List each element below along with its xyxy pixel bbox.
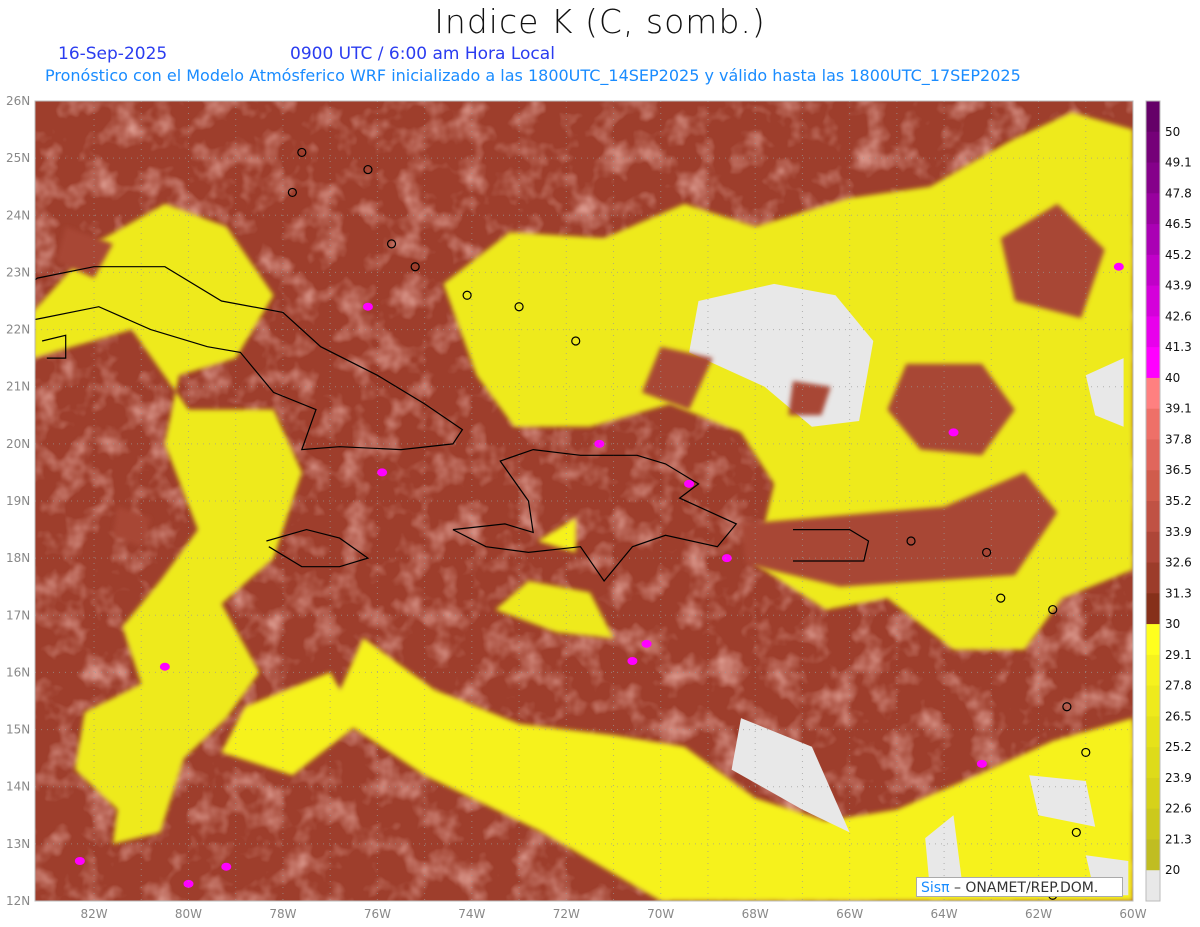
lat-label: 12N <box>6 894 30 908</box>
lat-label: 17N <box>6 608 30 622</box>
colorbar-label: 50 <box>1165 125 1180 139</box>
extreme-k-spot <box>159 662 170 671</box>
colorbar-swatch <box>1146 685 1160 717</box>
extreme-k-spot <box>74 857 85 865</box>
lat-label: 25N <box>6 151 30 165</box>
colorbar-swatch <box>1146 439 1160 471</box>
extreme-k-spot <box>721 554 732 563</box>
colorbar-label: 29.1 <box>1165 648 1192 662</box>
lat-label: 24N <box>6 208 30 222</box>
colorbar-swatch <box>1146 624 1160 656</box>
lat-label: 15N <box>6 723 30 737</box>
lat-label: 21N <box>6 380 30 394</box>
lon-label: 78W <box>269 907 296 921</box>
lat-label: 18N <box>6 551 30 565</box>
extreme-k-spot <box>641 639 652 648</box>
colorbar-label: 22.6 <box>1165 802 1192 816</box>
colorbar-swatch <box>1146 131 1160 164</box>
colorbar-swatch <box>1146 285 1160 317</box>
colorbar-swatch <box>1146 716 1160 748</box>
colorbar-label: 33.9 <box>1165 525 1192 539</box>
lat-label: 22N <box>6 323 30 337</box>
colorbar-swatch <box>1146 408 1160 440</box>
colorbar-label: 46.5 <box>1165 217 1192 231</box>
colorbar-label: 36.5 <box>1165 463 1192 477</box>
colorbar-label: 45.2 <box>1165 248 1192 262</box>
extreme-k-spot <box>221 862 232 871</box>
colorbar-label: 42.6 <box>1165 309 1192 323</box>
lat-label: 14N <box>6 780 30 794</box>
colorbar-swatch <box>1146 254 1160 287</box>
colorbar-label: 31.3 <box>1165 586 1192 600</box>
lon-label: 64W <box>931 907 958 921</box>
colorbar-label: 49.1 <box>1165 156 1192 170</box>
extreme-k-spot <box>684 479 695 488</box>
lon-label: 72W <box>553 907 580 921</box>
colorbar-label: 27.8 <box>1165 679 1192 693</box>
lat-label: 23N <box>6 265 30 279</box>
map-field <box>35 101 1133 901</box>
colorbar-label: 25.2 <box>1165 740 1192 754</box>
colorbar-label: 32.6 <box>1165 556 1192 570</box>
extreme-k-spot <box>362 302 373 311</box>
lon-label: 70W <box>647 907 674 921</box>
colorbar-swatch <box>1146 101 1160 133</box>
colorbar-swatch <box>1146 501 1160 533</box>
colorbar-swatch <box>1146 593 1160 625</box>
colorbar-swatch <box>1146 377 1160 410</box>
colorbar-swatch <box>1146 747 1160 779</box>
lon-label: 74W <box>458 907 485 921</box>
lat-label: 19N <box>6 494 30 508</box>
colorbar-swatch <box>1146 777 1160 810</box>
colorbar-swatch <box>1146 316 1160 348</box>
colorbar-label: 20 <box>1165 863 1180 877</box>
lon-label: 62W <box>1025 907 1052 921</box>
colorbar-label: 43.9 <box>1165 279 1192 293</box>
colorbar-swatch <box>1146 839 1160 871</box>
colorbar-label: 26.5 <box>1165 709 1192 723</box>
colorbar-label: 39.1 <box>1165 402 1192 416</box>
lon-label: 66W <box>836 907 863 921</box>
colorbar-swatch <box>1146 654 1160 687</box>
credit-box: Sisπ – ONAMET/REP.DOM. <box>916 877 1123 897</box>
extreme-k-spot <box>627 657 638 665</box>
extreme-k-spot <box>1113 262 1124 271</box>
lon-label: 82W <box>80 907 107 921</box>
colorbar-label: 47.8 <box>1165 186 1192 200</box>
colorbar-swatch <box>1146 562 1160 594</box>
extreme-k-spot <box>377 468 388 477</box>
credit-text: – ONAMET/REP.DOM. <box>953 880 1099 896</box>
colorbar-swatch <box>1146 224 1160 256</box>
colorbar-swatch <box>1146 162 1160 194</box>
lat-label: 20N <box>6 437 30 451</box>
colorbar-swatch <box>1146 808 1160 840</box>
colorbar-label: 41.3 <box>1165 340 1192 354</box>
k-index-map: 12N 13N 14N 15N 16N 17N 18N 19N 20N 21N 22N 23N 24N 2… <box>6 94 1192 921</box>
lon-label: 76W <box>364 907 391 921</box>
lat-label: 16N <box>6 665 30 679</box>
colorbar-label: 30 <box>1165 617 1180 631</box>
lon-label: 68W <box>742 907 769 921</box>
colorbar-label: 40 <box>1165 371 1180 385</box>
colorbar-swatch <box>1146 470 1160 502</box>
sispi-logo: Sisπ <box>921 880 950 896</box>
colorbar-label: 35.2 <box>1165 494 1192 508</box>
colorbar-label: 37.8 <box>1165 432 1192 446</box>
colorbar-swatch <box>1146 347 1160 379</box>
lon-label: 80W <box>175 907 202 921</box>
colorbar-swatch <box>1146 531 1160 564</box>
colorbar-label: 21.3 <box>1165 832 1192 846</box>
colorbar-label: 23.9 <box>1165 771 1192 785</box>
lat-label: 13N <box>6 837 30 851</box>
colorbar-legend: 50 49.1 47.8 46.5 45.2 43.9 42.6 41.3 40 39.1 37.8… <box>1145 100 1192 902</box>
colorbar-swatch <box>1146 870 1160 902</box>
extreme-k-spot <box>976 759 987 768</box>
extreme-k-spot <box>948 428 959 437</box>
colorbar-swatch <box>1146 193 1160 225</box>
lon-label: 60W <box>1119 907 1146 921</box>
lat-label: 26N <box>6 94 30 108</box>
